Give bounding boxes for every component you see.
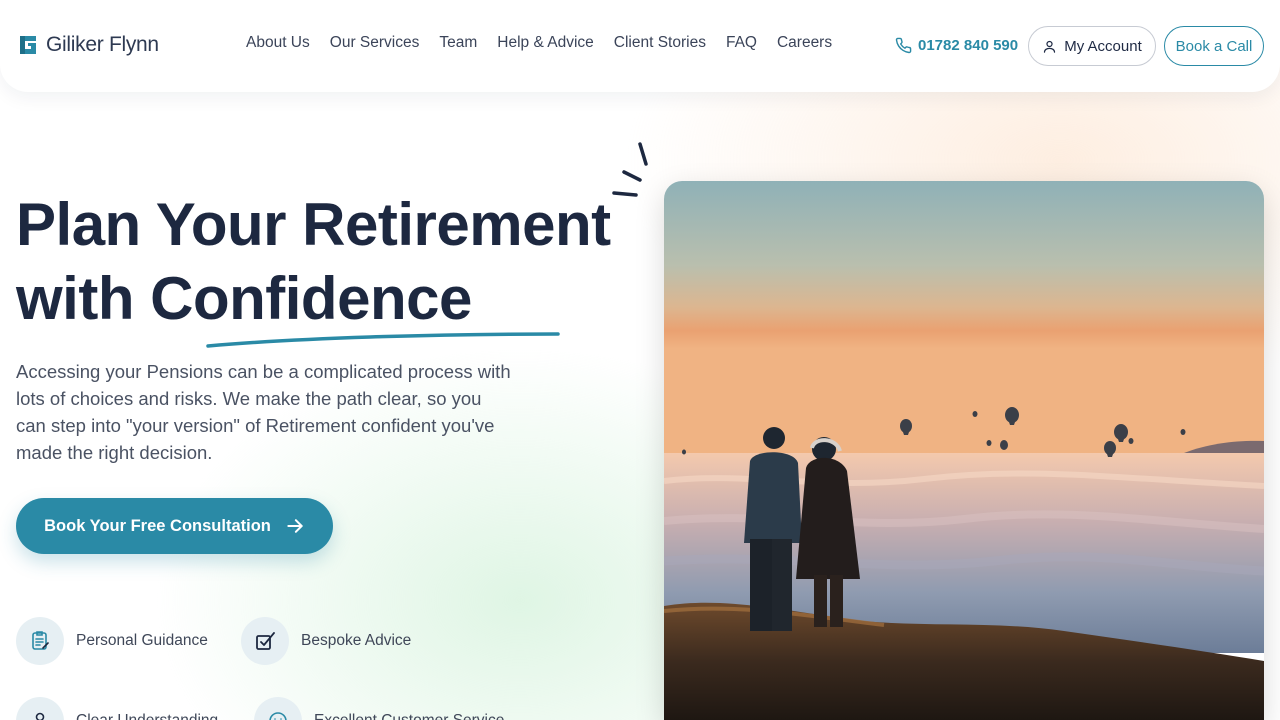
logo-mark-icon [20, 36, 36, 54]
feature-excellent-customer-service: Excellent Customer Service [254, 697, 504, 720]
feature-label: Personal Guidance [76, 632, 208, 649]
main-nav: About Us Our Services Team Help & Advice… [236, 34, 842, 52]
phone-icon [895, 37, 912, 54]
hero-headline-line1: Plan Your Retirement [16, 191, 611, 258]
nav-team[interactable]: Team [429, 34, 487, 52]
nav-our-services[interactable]: Our Services [320, 34, 430, 52]
cta-label: Book Your Free Consultation [44, 516, 271, 535]
hero-headline: Plan Your Retirement with Confidence [16, 188, 636, 336]
site-header: Giliker Flynn About Us Our Services Team… [0, 0, 1280, 92]
nav-careers[interactable]: Careers [767, 34, 842, 52]
person-icon [16, 697, 64, 720]
feature-label: Bespoke Advice [301, 632, 412, 649]
feature-label: Clear Understanding [76, 712, 218, 720]
checkbox-tick-icon [241, 617, 289, 665]
nav-about-us[interactable]: About Us [236, 34, 320, 52]
my-account-label: My Account [1064, 37, 1142, 55]
feature-personal-guidance: Personal Guidance [16, 617, 208, 665]
user-icon [1044, 40, 1056, 53]
feature-bespoke-advice: Bespoke Advice [241, 617, 411, 665]
feature-label: Excellent Customer Service [314, 712, 504, 720]
hero-photo-illustration [664, 181, 1264, 720]
my-account-button[interactable]: My Account [1028, 26, 1156, 66]
checklist-icon [16, 617, 64, 665]
feature-clear-understanding: Clear Understanding [16, 697, 218, 720]
phone-number: 01782 840 590 [918, 37, 1019, 54]
hero-intro-text: Accessing your Pensions can be a complic… [16, 361, 511, 463]
book-free-consultation-button[interactable]: Book Your Free Consultation [16, 498, 333, 554]
hero-photo [664, 181, 1264, 720]
smile-icon [254, 697, 302, 720]
headline-underline-decoration [206, 332, 560, 348]
brand-name: Giliker Flynn [46, 33, 159, 56]
nav-help-advice[interactable]: Help & Advice [487, 34, 604, 52]
hero-headline-line2: with Confidence [16, 265, 472, 332]
nav-faq[interactable]: FAQ [716, 34, 767, 52]
arrow-right-icon [287, 519, 303, 533]
brand-logo[interactable]: Giliker Flynn [16, 33, 159, 57]
nav-client-stories[interactable]: Client Stories [604, 34, 716, 52]
phone-link[interactable]: 01782 840 590 [895, 37, 1018, 54]
book-a-call-button[interactable]: Book a Call [1164, 26, 1264, 66]
